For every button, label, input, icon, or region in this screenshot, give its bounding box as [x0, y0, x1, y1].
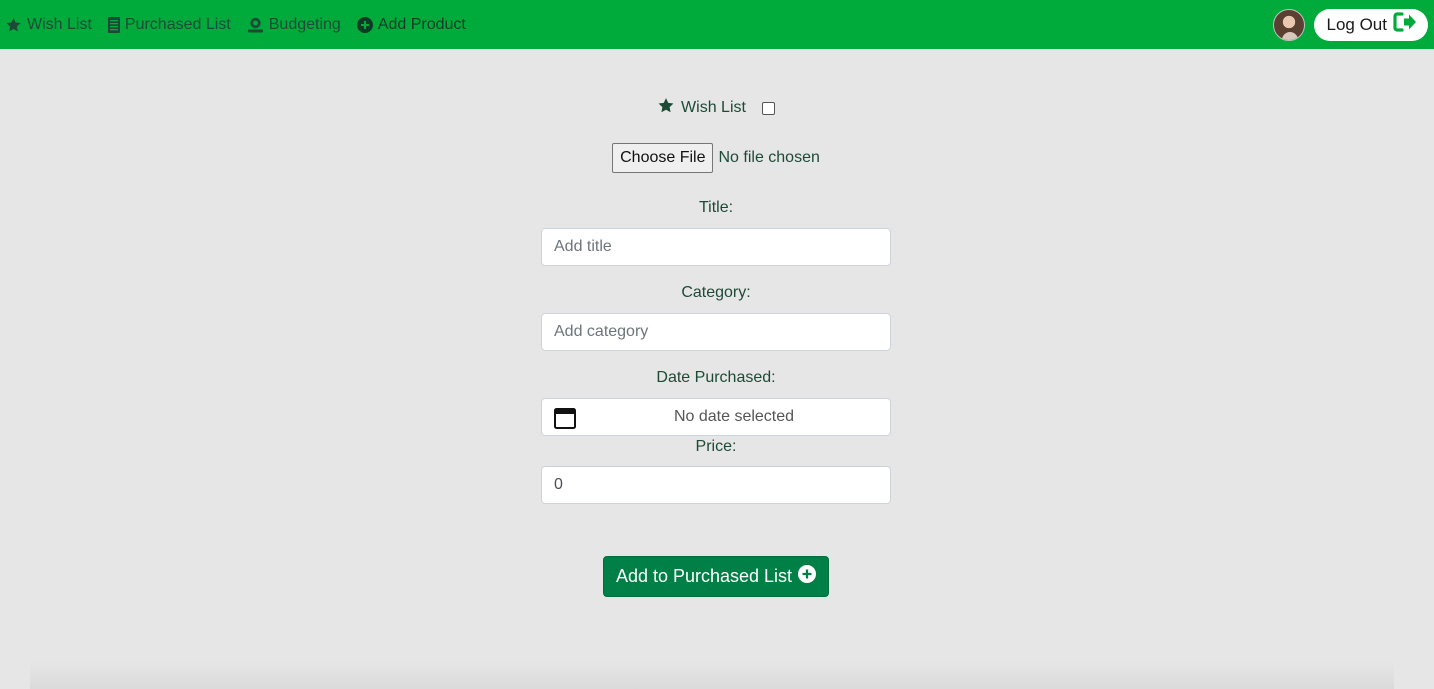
plus-circle-icon [356, 16, 373, 33]
nav-item-budgeting[interactable]: Budgeting [247, 16, 341, 34]
add-product-form: Wish List Choose File No file chosen Tit… [541, 88, 891, 597]
list-icon [107, 16, 120, 33]
category-label: Category: [681, 284, 751, 301]
nav-item-purchased-list[interactable]: Purchased List [107, 15, 231, 34]
logout-button[interactable]: Log Out [1313, 8, 1428, 41]
nav-links: Wish List Purchased List Budgeting Add P… [0, 0, 482, 49]
date-value: No date selected [673, 408, 795, 425]
star-icon [657, 97, 675, 119]
category-input[interactable] [541, 313, 891, 351]
wish-list-checkbox[interactable] [761, 101, 775, 115]
calendar-icon [554, 407, 576, 434]
nav-item-wish-list[interactable]: Wish List [5, 16, 92, 34]
top-navbar: Wish List Purchased List Budgeting Add P… [0, 0, 1434, 49]
file-status: No file chosen [718, 149, 820, 166]
nav-item-label: Budgeting [268, 15, 341, 33]
price-label: Price: [695, 438, 737, 455]
budget-icon [247, 17, 264, 33]
nav-item-add-product[interactable]: Add Product [356, 15, 466, 34]
file-upload-row: Choose File No file chosen [612, 143, 820, 173]
nav-user-area: Log Out [1272, 8, 1434, 41]
star-icon [5, 17, 22, 33]
nav-item-label: Wish List [27, 15, 92, 33]
nav-item-label: Add Product [377, 15, 466, 33]
choose-file-button[interactable]: Choose File [612, 143, 714, 173]
price-input[interactable] [541, 466, 891, 504]
wish-list-toggle-row: Wish List [657, 98, 775, 118]
logout-label: Log Out [1326, 14, 1388, 34]
nav-item-label: Purchased List [124, 15, 231, 33]
title-label: Title: [698, 199, 734, 216]
avatar[interactable] [1272, 8, 1305, 41]
page-bottom-shadow [30, 661, 1394, 689]
submit-label: Add to Purchased List [615, 566, 793, 586]
add-to-purchased-list-button[interactable]: Add to Purchased List [602, 556, 830, 597]
date-purchased-label: Date Purchased: [656, 369, 776, 386]
sign-out-icon [1393, 12, 1417, 37]
wish-list-label: Wish List [681, 99, 746, 116]
title-input[interactable] [541, 228, 891, 266]
date-picker-input[interactable]: No date selected [541, 398, 891, 436]
plus-circle-icon [798, 565, 817, 588]
